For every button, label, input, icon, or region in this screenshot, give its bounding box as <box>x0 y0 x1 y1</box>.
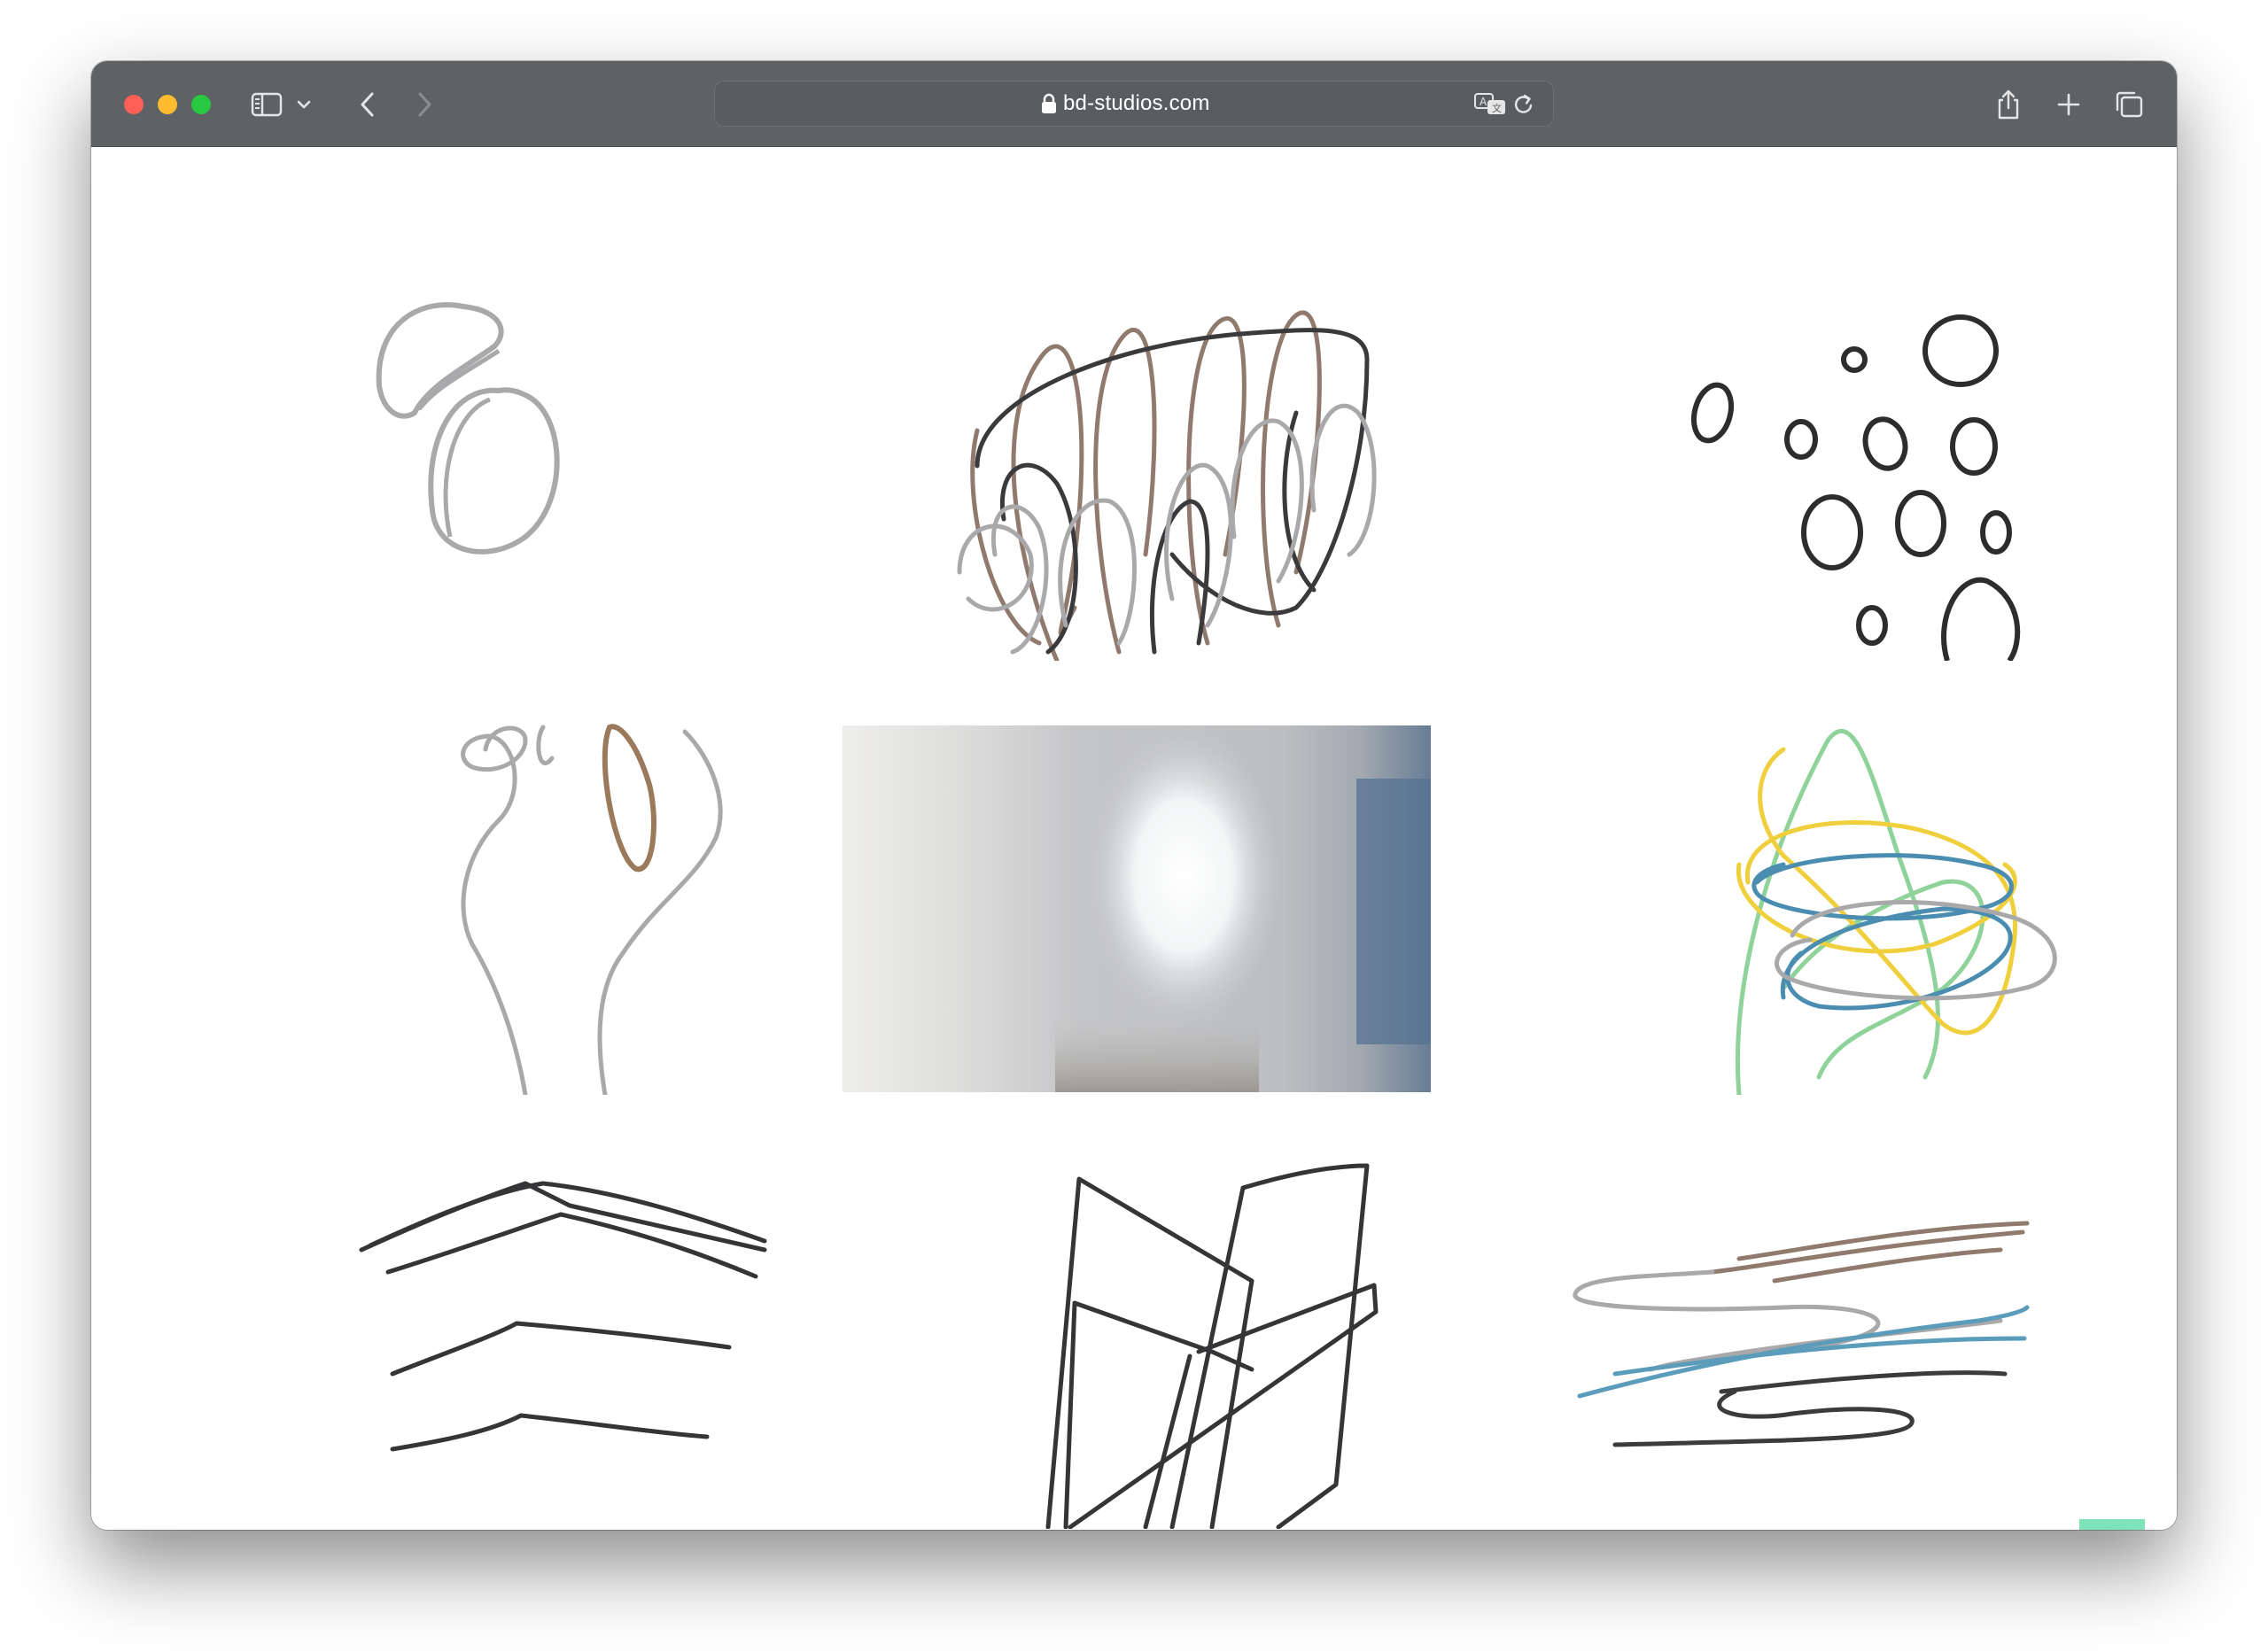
scroll-to-top-button[interactable] <box>2079 1519 2145 1530</box>
forward-arrow-icon[interactable] <box>405 85 444 124</box>
maximize-window-button[interactable] <box>191 95 211 114</box>
chevron-lines-drawing[interactable] <box>357 1157 773 1530</box>
frosted-glass-photo[interactable] <box>843 725 1431 1092</box>
scribble-drawing[interactable] <box>942 289 1402 661</box>
horizontal-strokes-drawing[interactable] <box>1562 1183 2093 1467</box>
url-text: bd-studios.com <box>1063 91 1210 115</box>
browser-toolbar: bd-studios.com A 文 <box>91 61 2177 147</box>
close-window-button[interactable] <box>124 95 144 114</box>
tabs-overview-icon[interactable] <box>2109 85 2148 124</box>
address-bar[interactable]: bd-studios.com A 文 <box>714 81 1554 127</box>
chevron-down-icon[interactable] <box>293 85 315 124</box>
page-content <box>91 147 2177 1530</box>
svg-text:文: 文 <box>1492 102 1502 114</box>
translate-icon[interactable]: A 文 <box>1473 91 1507 122</box>
browser-window: bd-studios.com A 文 <box>91 61 2177 1530</box>
reload-icon[interactable] <box>1512 92 1535 121</box>
stem-drawing[interactable] <box>454 723 738 1095</box>
colored-loops-drawing[interactable] <box>1730 723 2076 1095</box>
back-arrow-icon[interactable] <box>348 85 387 124</box>
svg-text:A: A <box>1480 96 1487 108</box>
sidebar-icon[interactable] <box>247 85 286 124</box>
lock-icon <box>1041 93 1057 119</box>
angular-lines-drawing[interactable] <box>1039 1157 1394 1529</box>
circles-drawing[interactable] <box>1615 289 2058 661</box>
share-icon[interactable] <box>1989 85 2028 124</box>
minimize-window-button[interactable] <box>158 95 177 114</box>
plus-icon[interactable] <box>2049 85 2088 124</box>
bean-drawing[interactable] <box>348 289 614 581</box>
